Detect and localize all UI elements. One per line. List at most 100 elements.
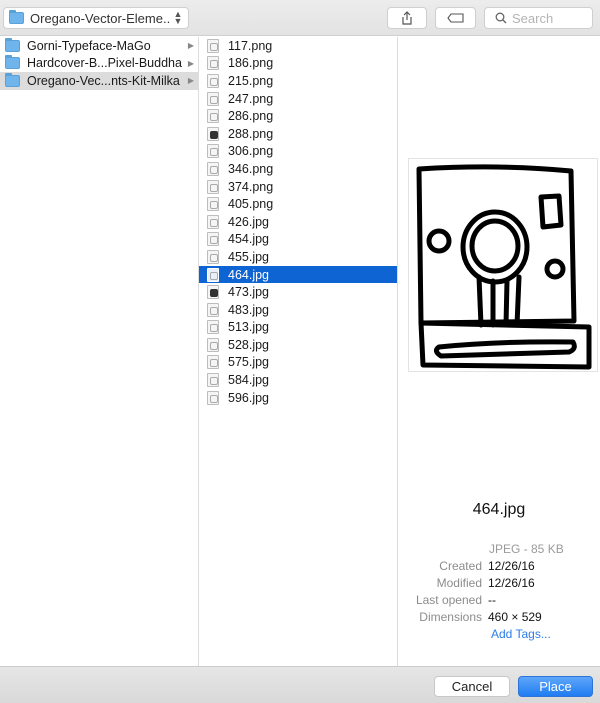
file-name: 483.jpg bbox=[228, 302, 270, 317]
image-file-icon bbox=[207, 109, 219, 124]
tag-button[interactable] bbox=[435, 7, 476, 29]
created-value: 12/26/16 bbox=[488, 559, 535, 573]
last-opened-value: -- bbox=[488, 593, 496, 607]
preview-filename: 464.jpg bbox=[472, 501, 526, 518]
file-name: 473.jpg bbox=[228, 285, 270, 300]
image-file-icon bbox=[207, 126, 219, 141]
last-opened-label: Last opened bbox=[415, 593, 482, 607]
file-row[interactable]: 584.jpg bbox=[199, 371, 397, 389]
dimensions-value: 460 × 529 bbox=[488, 610, 542, 624]
cancel-button[interactable]: Cancel bbox=[434, 676, 510, 697]
modified-value: 12/26/16 bbox=[488, 576, 535, 590]
image-file-icon bbox=[207, 73, 219, 88]
image-file-icon bbox=[207, 91, 219, 106]
file-row[interactable]: 483.jpg bbox=[199, 301, 397, 319]
file-name: 426.jpg bbox=[228, 214, 270, 229]
file-name: 575.jpg bbox=[228, 355, 270, 370]
search-field[interactable] bbox=[484, 7, 593, 29]
file-name: 215.png bbox=[228, 73, 274, 88]
folder-icon bbox=[5, 72, 20, 87]
dialog-footer: Cancel Place bbox=[0, 666, 600, 703]
image-file-icon bbox=[207, 38, 219, 53]
place-button[interactable]: Place bbox=[518, 676, 593, 697]
file-name: 186.png bbox=[228, 56, 274, 71]
file-name: 306.png bbox=[228, 144, 274, 159]
file-row[interactable]: 215.png bbox=[199, 72, 397, 90]
file-row[interactable]: 426.jpg bbox=[199, 213, 397, 231]
image-file-icon bbox=[207, 355, 219, 370]
image-file-icon bbox=[207, 337, 219, 352]
file-name: 464.jpg bbox=[228, 267, 270, 282]
file-row[interactable]: 346.png bbox=[199, 160, 397, 178]
file-column: 117.png 186.png 215.png 247.png 286.png 288.p… bbox=[199, 37, 398, 666]
image-file-icon bbox=[207, 56, 219, 71]
file-row[interactable]: 596.jpg bbox=[199, 389, 397, 407]
file-row[interactable]: 186.png bbox=[199, 55, 397, 73]
file-row[interactable]: 473.jpg bbox=[199, 283, 397, 301]
image-file-icon bbox=[207, 179, 219, 194]
file-row[interactable]: 575.jpg bbox=[199, 354, 397, 372]
folder-icon bbox=[9, 10, 24, 24]
created-label: Created bbox=[439, 559, 482, 573]
file-row[interactable]: 454.jpg bbox=[199, 231, 397, 249]
file-name: 454.jpg bbox=[228, 232, 270, 247]
image-file-icon bbox=[207, 214, 219, 229]
toolbar: Oregano-Vector-Eleme... ▲ ▼ bbox=[0, 0, 600, 36]
folder-row[interactable]: Hardcover-B...Pixel-Buddha ▶ bbox=[0, 55, 198, 73]
file-name: 528.jpg bbox=[228, 337, 270, 352]
image-file-icon bbox=[207, 373, 219, 388]
file-name: 286.png bbox=[228, 109, 274, 124]
image-file-icon bbox=[207, 320, 219, 335]
search-input[interactable] bbox=[512, 10, 582, 26]
image-file-icon bbox=[207, 144, 219, 159]
add-tags-link[interactable]: Add Tags... bbox=[398, 627, 600, 644]
file-name: 288.png bbox=[228, 126, 274, 141]
file-metadata: JPEG - 85 KB Created 12/26/16 Modified 12/… bbox=[398, 542, 600, 644]
disclosure-arrow-icon: ▶ bbox=[187, 76, 194, 86]
image-file-icon bbox=[207, 285, 219, 300]
image-file-icon bbox=[207, 302, 219, 317]
file-name: 374.png bbox=[228, 179, 274, 194]
file-row[interactable]: 374.png bbox=[199, 178, 397, 196]
file-row[interactable]: 455.jpg bbox=[199, 248, 397, 266]
file-row[interactable]: 117.png bbox=[199, 37, 397, 55]
modified-label: Modified bbox=[436, 576, 482, 590]
image-file-icon bbox=[207, 161, 219, 176]
file-name: 455.jpg bbox=[228, 249, 270, 264]
file-row[interactable]: 247.png bbox=[199, 90, 397, 108]
tag-icon bbox=[446, 13, 464, 23]
updown-chevron-icon: ▲ ▼ bbox=[173, 9, 183, 26]
file-name: 513.jpg bbox=[228, 320, 270, 335]
folder-label: Oregano-Vec...nts-Kit-Milka bbox=[27, 73, 180, 88]
preview-pane: 464.jpg JPEG - 85 KB Created 12/26/16 Mod… bbox=[398, 37, 600, 666]
file-name: 584.jpg bbox=[228, 373, 270, 388]
disclosure-arrow-icon: ▶ bbox=[187, 41, 194, 51]
file-row[interactable]: 286.png bbox=[199, 107, 397, 125]
file-name: 346.png bbox=[228, 161, 274, 176]
folder-row-selected[interactable]: Oregano-Vec...nts-Kit-Milka ▶ bbox=[0, 72, 198, 90]
file-row[interactable]: 405.png bbox=[199, 195, 397, 213]
location-popup[interactable]: Oregano-Vector-Eleme... ▲ ▼ bbox=[3, 7, 189, 29]
folder-row[interactable]: Gorni-Typeface-MaGo ▶ bbox=[0, 37, 198, 55]
file-row[interactable]: 306.png bbox=[199, 143, 397, 161]
file-row-selected[interactable]: 464.jpg bbox=[199, 265, 397, 284]
file-name: 247.png bbox=[228, 91, 274, 106]
disclosure-arrow-icon: ▶ bbox=[187, 58, 194, 68]
image-file-icon bbox=[207, 197, 219, 212]
file-kind: JPEG - 85 KB bbox=[489, 542, 564, 556]
image-file-icon bbox=[207, 232, 219, 247]
file-name: 405.png bbox=[228, 197, 274, 212]
share-button[interactable] bbox=[387, 7, 427, 29]
file-row[interactable]: 528.jpg bbox=[199, 336, 397, 354]
image-file-icon bbox=[207, 267, 219, 282]
image-file-icon bbox=[207, 249, 219, 264]
file-row[interactable]: 513.jpg bbox=[199, 319, 397, 337]
folder-label: Gorni-Typeface-MaGo bbox=[27, 38, 151, 53]
location-label: Oregano-Vector-Eleme... bbox=[30, 10, 171, 26]
folder-column: Gorni-Typeface-MaGo ▶ Hardcover-B...Pixe… bbox=[0, 37, 199, 666]
folder-icon bbox=[5, 37, 20, 52]
image-file-icon bbox=[207, 390, 219, 405]
file-row[interactable]: 288.png bbox=[199, 125, 397, 143]
search-icon bbox=[495, 12, 507, 24]
share-icon bbox=[402, 11, 412, 25]
